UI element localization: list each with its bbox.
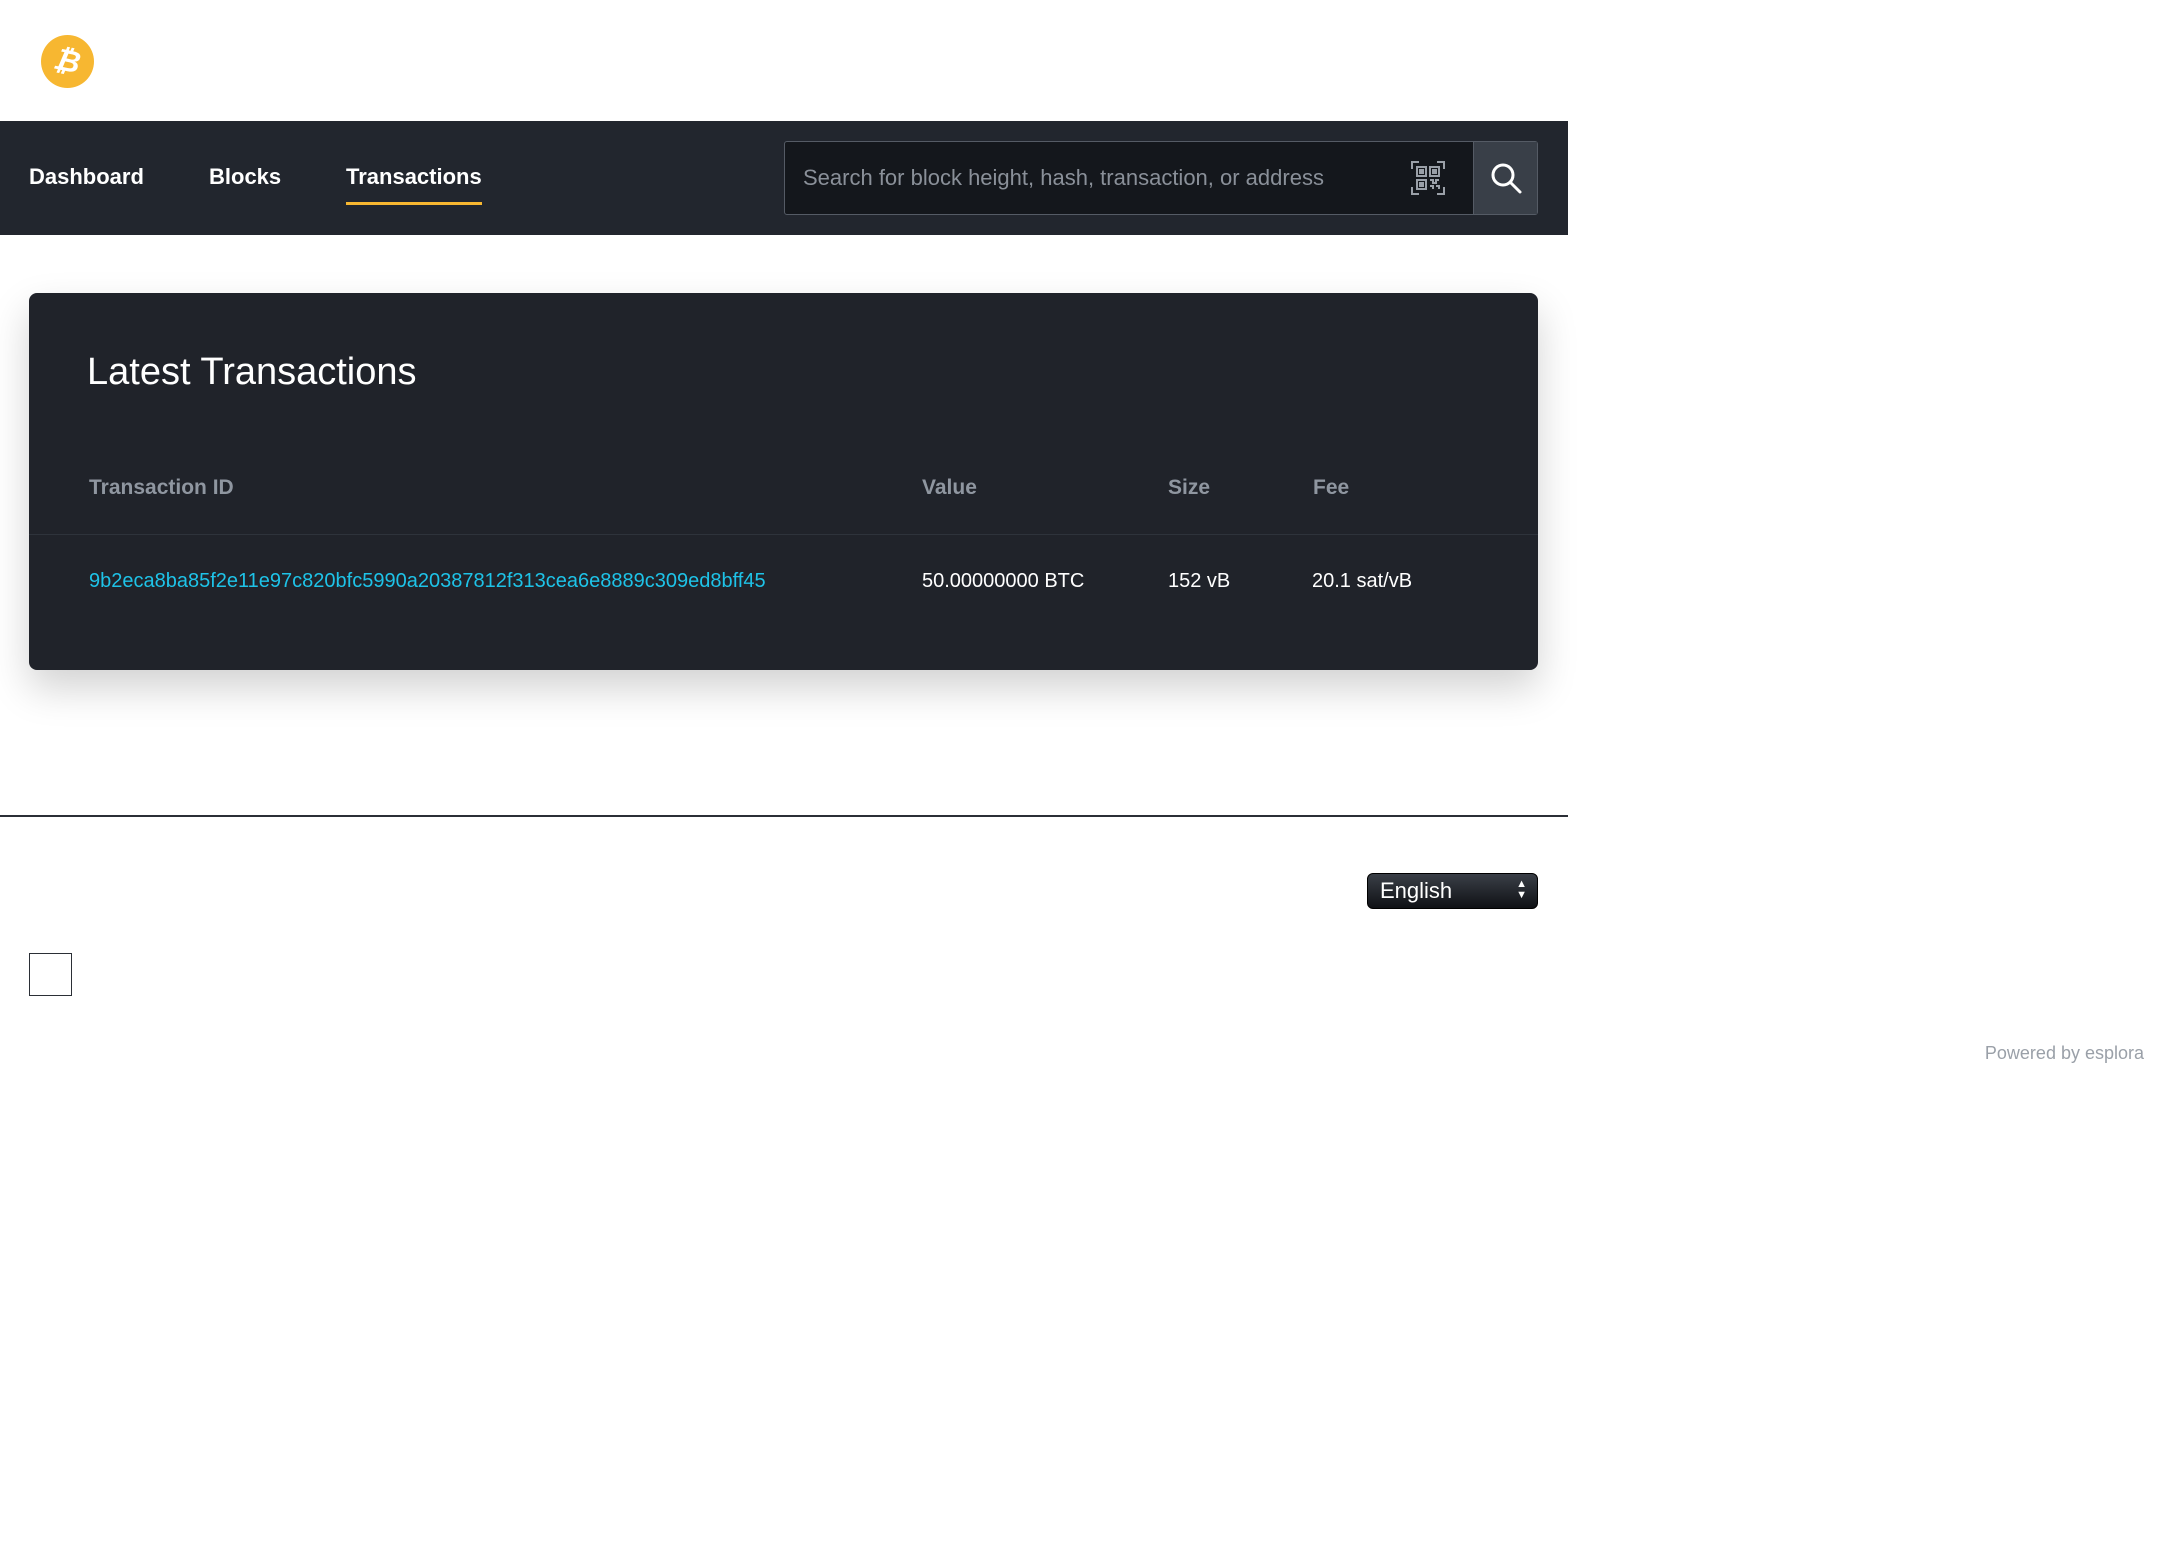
nav-blocks[interactable]: Blocks [209,164,281,202]
language-select-value: English [1380,878,1453,903]
footer-divider [0,815,1568,817]
bitcoin-logo-icon[interactable]: ₿ [41,35,94,88]
column-header-fee: Fee [1313,476,1350,499]
table-divider [29,534,1538,535]
powered-by-text: Powered by esplora [1984,1043,2144,1063]
top-navbar: Dashboard Blocks Transactions [0,121,1568,235]
logo-bar: ₿ [0,0,1568,121]
qr-code-icon[interactable] [1383,142,1473,214]
search-input[interactable] [785,142,1383,214]
page-title: Latest Transactions [87,351,417,393]
transaction-size: 152 vB [1168,570,1231,592]
language-select[interactable]: English ▲ ▼ [1367,873,1538,909]
transaction-id-link[interactable]: 9b2eca8ba85f2e11e97c820bfc5990a20387812f… [89,570,766,593]
search-box [784,141,1538,215]
latest-transactions-card: Latest Transactions Transaction ID Value… [29,293,1538,670]
checkbox[interactable] [29,953,72,996]
search-button[interactable] [1473,142,1537,214]
select-arrows-icon: ▲ ▼ [1516,878,1527,901]
column-header-value: Value [922,476,977,499]
column-header-txid: Transaction ID [89,476,234,499]
column-header-size: Size [1168,476,1211,499]
bitcoin-logo-glyph: ₿ [50,41,85,82]
nav-dashboard[interactable]: Dashboard [29,164,144,202]
magnifier-icon [1491,163,1521,194]
transaction-fee: 20.1 sat/vB [1312,570,1413,592]
transaction-value: 50.00000000 BTC [922,570,1085,592]
nav-transactions[interactable]: Transactions [346,164,482,205]
